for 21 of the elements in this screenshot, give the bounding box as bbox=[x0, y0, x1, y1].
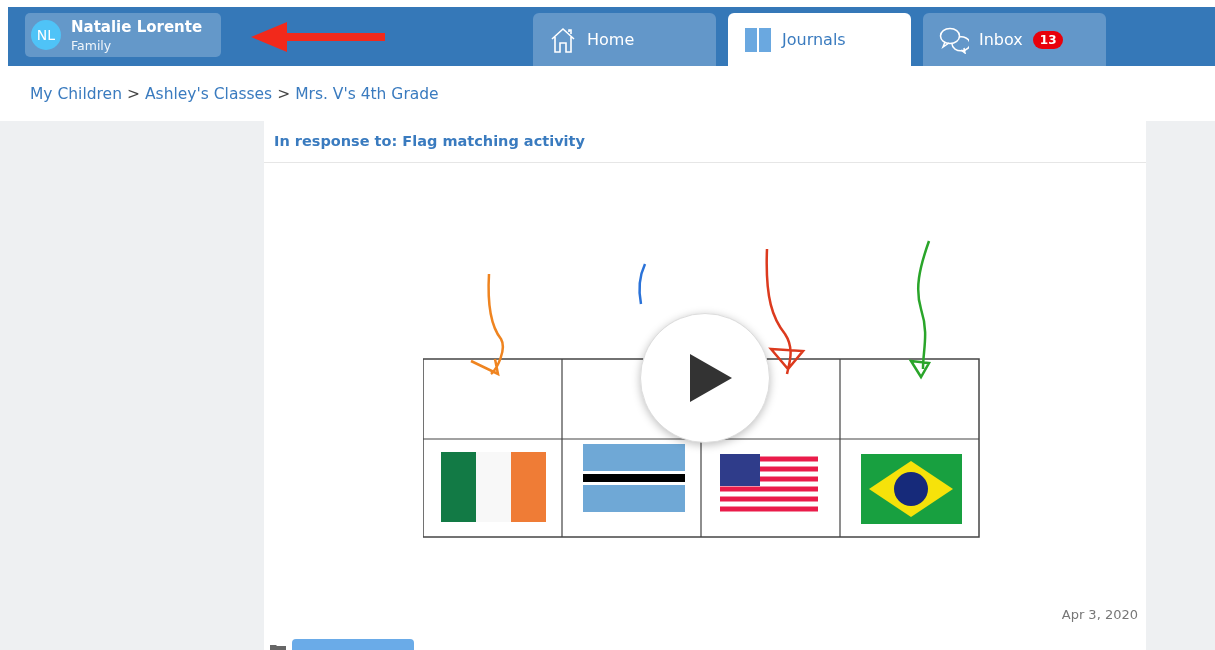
post-heading: In response to: Flag matching activity bbox=[264, 121, 1146, 163]
breadcrumb-link[interactable]: My Children bbox=[30, 84, 122, 103]
breadcrumb-link[interactable]: Mrs. V's 4th Grade bbox=[295, 84, 439, 103]
play-icon bbox=[690, 353, 732, 402]
folder-icon bbox=[270, 644, 286, 650]
book-icon bbox=[744, 26, 772, 53]
breadcrumb-separator: > bbox=[277, 84, 291, 103]
user-name: Natalie Lorente bbox=[71, 17, 203, 36]
play-button[interactable] bbox=[640, 312, 770, 443]
unread-count-badge: 13 bbox=[1032, 30, 1064, 49]
nav-tab[interactable]: Journals bbox=[728, 13, 911, 66]
user-role: Family bbox=[71, 37, 113, 53]
house-icon bbox=[549, 25, 577, 54]
nav-tab[interactable]: Inbox 13 bbox=[923, 13, 1106, 66]
chat-bubbles-icon bbox=[939, 25, 969, 54]
avatar: NL bbox=[31, 20, 61, 50]
breadcrumb-separator: > bbox=[126, 84, 140, 103]
breadcrumb-link[interactable]: Ashley's Classes bbox=[144, 84, 273, 103]
post-date: Apr 3, 2020 bbox=[1061, 606, 1138, 622]
nav-tab[interactable]: Home bbox=[533, 13, 716, 66]
user-account-button[interactable]: NL Natalie Lorente Family bbox=[25, 13, 221, 57]
